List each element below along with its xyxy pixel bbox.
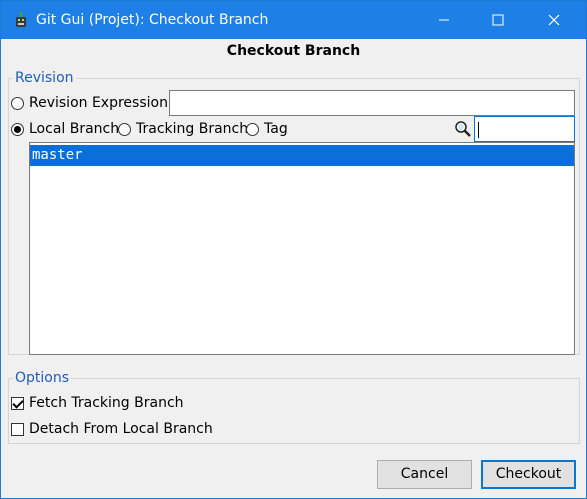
window-title: Git Gui (Projet): Checkout Branch — [36, 12, 269, 28]
text-caret — [478, 122, 479, 138]
list-item[interactable]: master — [30, 145, 574, 166]
detach-label[interactable]: Detach From Local Branch — [29, 421, 213, 437]
local-branch-radio[interactable] — [11, 123, 24, 136]
options-legend: Options — [13, 370, 72, 386]
tracking-branch-label[interactable]: Tracking Branch — [136, 121, 248, 137]
tag-label[interactable]: Tag — [264, 121, 288, 137]
maximize-button[interactable] — [475, 1, 521, 39]
close-icon — [548, 14, 560, 26]
checkout-button[interactable]: Checkout — [481, 460, 576, 489]
dialog-heading: Checkout Branch — [226, 43, 361, 59]
revision-expression-label: Revision Expression: — [29, 95, 173, 111]
close-button[interactable] — [531, 1, 577, 39]
revision-legend: Revision — [13, 70, 76, 86]
fetch-tracking-checkbox[interactable] — [11, 397, 24, 410]
git-gui-app-icon — [16, 12, 26, 27]
revision-expression-input[interactable] — [169, 90, 575, 116]
fetch-tracking-label[interactable]: Fetch Tracking Branch — [29, 395, 184, 411]
detach-checkbox[interactable] — [11, 423, 24, 436]
branch-list[interactable]: master — [29, 142, 575, 355]
branch-filter-input[interactable] — [474, 116, 575, 142]
tag-radio[interactable] — [246, 123, 259, 136]
minimize-button[interactable] — [421, 1, 467, 39]
cancel-button[interactable]: Cancel — [377, 460, 472, 489]
search-icon — [455, 121, 471, 137]
maximize-icon — [492, 14, 504, 26]
revision-expression-radio[interactable] — [11, 97, 24, 110]
checkout-branch-window: Git Gui (Projet): Checkout Branch Checko… — [0, 0, 587, 499]
tracking-branch-radio[interactable] — [118, 123, 131, 136]
local-branch-label[interactable]: Local Branch — [29, 121, 119, 137]
minimize-icon — [439, 19, 449, 21]
title-bar[interactable]: Git Gui (Projet): Checkout Branch — [1, 1, 586, 39]
